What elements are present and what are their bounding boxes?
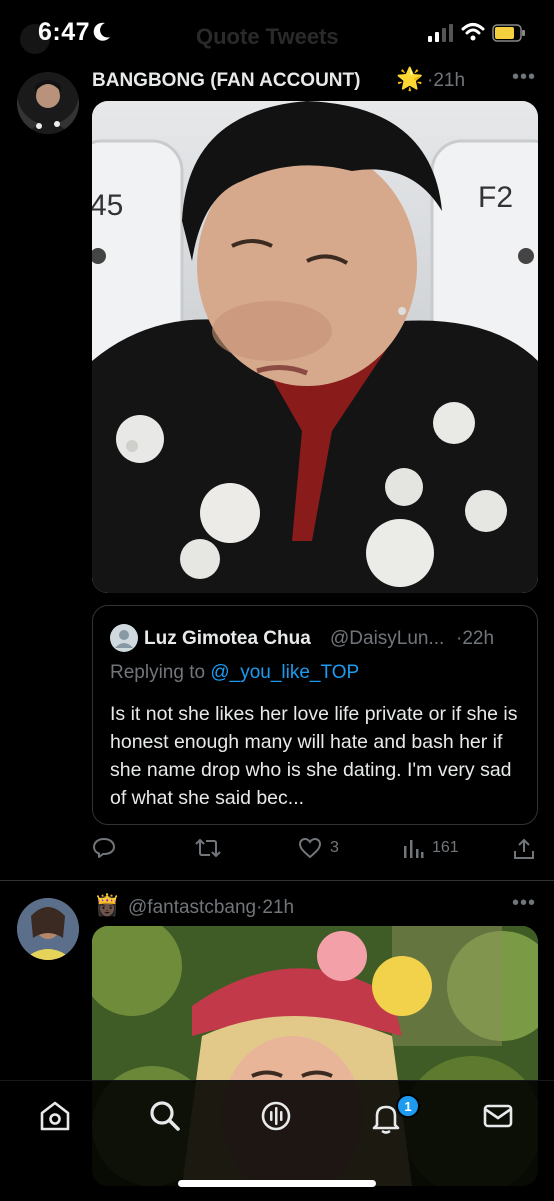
battery-icon xyxy=(492,24,525,42)
wifi-icon xyxy=(461,23,485,41)
replying-to: Replying to @_you_like_TOP xyxy=(110,662,360,683)
moon-icon xyxy=(93,22,110,41)
avatar[interactable] xyxy=(17,898,79,960)
spaces-icon[interactable] xyxy=(259,1099,293,1133)
like-icon xyxy=(298,837,322,859)
seat-number-right: F2 xyxy=(478,181,514,214)
quoted-time: ·22h xyxy=(456,628,495,649)
tweet-author-handle[interactable]: @fantastcbang·21h xyxy=(128,897,294,919)
notification-badge: 1 xyxy=(396,1094,420,1118)
reply-icon xyxy=(93,838,115,858)
quoted-avatar-icon[interactable] xyxy=(110,624,138,652)
views-button[interactable]: 161 xyxy=(402,836,459,860)
more-icon[interactable]: ••• xyxy=(512,892,536,915)
reply-button[interactable] xyxy=(92,836,124,860)
like-button[interactable]: 3 xyxy=(298,836,339,860)
quoted-tweet-body: Is it not she likes her love life privat… xyxy=(110,703,518,809)
tweet-time: ·21h xyxy=(427,70,466,91)
quoted-author-name: Luz Gimotea Chua xyxy=(144,628,311,649)
retweet-icon xyxy=(195,838,221,858)
status-time: 6:47 xyxy=(38,18,91,46)
avatar[interactable] xyxy=(17,72,79,134)
retweet-button[interactable] xyxy=(194,836,230,860)
tweet-media-image[interactable]: 45 F2 xyxy=(92,101,538,593)
share-icon[interactable] xyxy=(512,837,536,861)
star-emoji: 🌟 xyxy=(396,66,424,91)
signal-icon xyxy=(428,24,453,42)
replying-to-handle[interactable]: @_you_like_TOP xyxy=(210,662,359,683)
home-indicator xyxy=(178,1180,376,1187)
more-icon[interactable]: ••• xyxy=(512,66,536,89)
search-icon[interactable] xyxy=(148,1099,182,1133)
mail-icon[interactable] xyxy=(481,1099,515,1133)
crown-emoji: 👸🏿 xyxy=(94,894,121,917)
seat-number-left: 45 xyxy=(92,189,124,222)
tweet-author-name[interactable]: BANGBONG (FAN ACCOUNT) xyxy=(92,70,360,92)
page-title: Quote Tweets xyxy=(196,24,339,49)
views-icon xyxy=(404,840,424,858)
tweet-divider xyxy=(0,880,554,881)
home-icon[interactable] xyxy=(38,1099,72,1133)
quoted-author-handle: @DaisyLun... xyxy=(330,628,445,649)
